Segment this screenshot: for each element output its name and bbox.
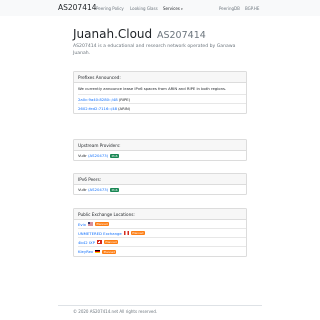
ch-flag-icon [96, 240, 102, 244]
peers-card-title: IPv6 Peers: [74, 174, 246, 185]
nav-peeringdb[interactable]: PeeringDB [219, 6, 240, 11]
upstream-card: Upstream Providers: Vultr (AS20473) IPv6 [73, 139, 247, 161]
site-name: Juanah.Cloud [73, 27, 153, 41]
navbar: AS207414 Peering Policy Looking Glass Se… [0, 0, 320, 16]
prefix-link[interactable]: 2602:fed2:7116::/48 [78, 104, 117, 113]
ixp-link[interactable]: KleyRex [78, 247, 93, 256]
planned-badge: Planned [103, 240, 119, 244]
upstream-row: Vultr (AS20473) IPv6 [78, 151, 246, 160]
ipv6-badge: IPv6 [110, 187, 120, 192]
nav-services-label: Services [163, 6, 180, 11]
planned-badge: Planned [102, 249, 117, 254]
nav-bgp-he[interactable]: BGP.HE [245, 6, 259, 11]
ixp-link[interactable]: Evix [78, 220, 86, 229]
planned-badge: Planned [94, 222, 110, 226]
asn-subtitle: AS207414 [156, 30, 206, 41]
ixp-row: KleyRex Planned [78, 247, 246, 256]
ipv6-badge: IPv6 [110, 153, 120, 158]
ixp-card: Public Exchange Locations: Evix Planned U… [73, 208, 247, 257]
peers-card: IPv6 Peers: Vultr (AS20473) IPv6 [73, 173, 247, 195]
footer-divider [58, 305, 262, 306]
peer-row: Vultr (AS20473) IPv6 [78, 185, 246, 194]
footer-text: © 2020 AS207414.net All rights reserved. [73, 309, 158, 314]
prefixes-card: Prefixes Announced: We currently announc… [73, 71, 247, 114]
prefix-registry: (RIPE) [118, 96, 131, 102]
brand-link[interactable]: AS207414 [58, 3, 97, 12]
ixp-card-title: Public Exchange Locations: [74, 209, 246, 220]
ixp-row: 4b42 IXP Planned [78, 238, 246, 247]
ca-flag-icon [123, 231, 129, 235]
prefix-link[interactable]: 2a0c:9a40:8280::/48 [78, 95, 118, 104]
ixp-link[interactable]: UNMETERED Exchange [78, 229, 122, 238]
provider-asn-link[interactable]: (AS20473) [88, 151, 108, 160]
peer-asn-link[interactable]: (AS20473) [88, 185, 108, 194]
us-flag-icon [87, 222, 93, 226]
caret-down-icon: ▾ [181, 7, 183, 11]
ixp-row: UNMETERED Exchange Planned [78, 229, 246, 238]
peer-name: Vultr [78, 187, 87, 192]
page-description: AS207414 is a educational and research n… [73, 44, 236, 56]
upstream-card-title: Upstream Providers: [74, 140, 246, 151]
nav-services-dropdown[interactable]: Services ▾ [163, 6, 183, 11]
page-title: Juanah.Cloud AS207414 [73, 27, 206, 41]
prefixes-note: We currently announce lease IPv6 spaces … [78, 83, 246, 95]
de-flag-icon [95, 249, 101, 254]
ixp-link[interactable]: 4b42 IXP [78, 238, 95, 247]
planned-badge: Planned [130, 231, 145, 235]
prefix-row: 2a0c:9a40:8280::/48 (RIPE) [78, 95, 246, 104]
prefixes-card-title: Prefixes Announced: [74, 72, 246, 83]
prefix-registry: (ARIN) [118, 106, 131, 111]
nav-looking-glass[interactable]: Looking Glass [130, 6, 158, 11]
nav-peering-policy[interactable]: Peering Policy [96, 6, 124, 11]
provider-name: Vultr [78, 153, 87, 158]
prefix-row: 2602:fed2:7116::/48 (ARIN) [78, 104, 246, 113]
